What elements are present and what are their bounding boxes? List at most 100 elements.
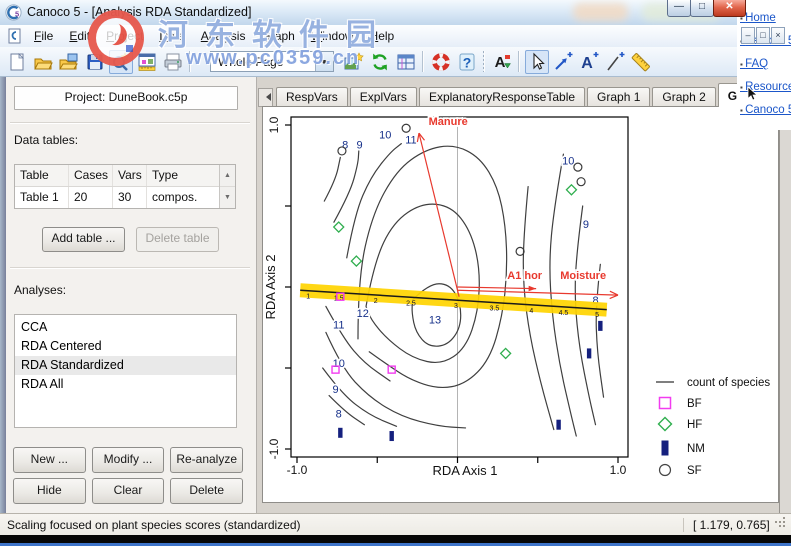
toolbar-icon-save-project[interactable] xyxy=(83,50,107,74)
data-tables-grid[interactable]: TableCasesVarsType Table 12030compos. ▲ … xyxy=(14,164,236,209)
window-title: Canoco 5 - [Analysis RDA Standardized] xyxy=(27,5,251,19)
zoom-level-select[interactable]: Whole Page xyxy=(210,51,334,72)
svg-text:1.0: 1.0 xyxy=(267,116,281,133)
analyses-item-cca[interactable]: CCA xyxy=(15,318,236,337)
add-arrow-icon xyxy=(552,51,574,73)
svg-text:9: 9 xyxy=(357,139,363,151)
tab-scroll-left-button[interactable] xyxy=(258,88,273,107)
analyses-item-rda-all[interactable]: RDA All xyxy=(15,375,236,394)
table-cell: compos. xyxy=(147,187,207,208)
analyses-list[interactable]: CCARDA CenteredRDA StandardizedRDA All xyxy=(14,314,237,428)
tab-explanatoryresponsetable[interactable]: ExplanatoryResponseTable xyxy=(419,87,585,107)
resize-grip[interactable] xyxy=(775,521,777,523)
window-right-border xyxy=(779,77,791,513)
toolbar-icon-add-arrow[interactable] xyxy=(551,50,575,74)
tab-respvars[interactable]: RespVars xyxy=(276,87,348,107)
column-header[interactable]: Table xyxy=(15,165,69,186)
svg-text:-1.0: -1.0 xyxy=(287,463,308,477)
menu-item-window[interactable]: Window xyxy=(303,26,362,46)
svg-text:5: 5 xyxy=(15,10,19,19)
toolbar-icon-help-ring[interactable] xyxy=(429,50,453,74)
tab-explvars[interactable]: ExplVars xyxy=(350,87,417,107)
toolbar-icon-measure[interactable] xyxy=(629,50,653,74)
mdi-child-icon[interactable] xyxy=(7,28,23,44)
toolbar-icon-add-line[interactable] xyxy=(603,50,627,74)
column-header[interactable]: Cases xyxy=(69,165,113,186)
menu-item-graph[interactable]: Graph xyxy=(253,26,302,46)
column-header[interactable]: Type xyxy=(147,165,207,186)
sample-points[interactable] xyxy=(332,124,603,441)
delete-button[interactable]: Delete xyxy=(170,478,243,504)
background-link-faq[interactable]: FAQ xyxy=(740,58,768,70)
scroll-up-button[interactable]: ▲ xyxy=(220,165,235,186)
new-analysis-button[interactable]: New ... xyxy=(13,447,86,473)
svg-text:1.0: 1.0 xyxy=(610,463,627,477)
toolbar-icon-refresh-graph[interactable] xyxy=(368,50,392,74)
chevron-down-icon[interactable] xyxy=(315,52,333,71)
project-button[interactable]: Project: DuneBook.c5p xyxy=(14,86,238,110)
window-titlebar[interactable]: 5 Canoco 5 - [Analysis RDA Standardized] xyxy=(0,0,739,25)
toolbar-icon-import-project[interactable] xyxy=(57,50,81,74)
toolbar-separator xyxy=(483,51,484,72)
new-window-icon xyxy=(395,51,417,73)
project-panel: Project: DuneBook.c5p Data tables: Table… xyxy=(6,77,257,513)
menu-item-help[interactable]: Help xyxy=(362,26,403,46)
svg-text:2.5: 2.5 xyxy=(406,300,416,307)
toolbar-icon-font-color[interactable]: A xyxy=(490,50,514,74)
close-button[interactable]: ✕ xyxy=(713,0,746,17)
background-link-canoco-5[interactable]: Canoco 5 xyxy=(740,104,791,116)
svg-text:HF: HF xyxy=(687,419,702,431)
scroll-down-button[interactable]: ▼ xyxy=(220,186,235,208)
toolbar-separator xyxy=(189,51,190,72)
svg-text:9: 9 xyxy=(332,384,338,396)
delete-table-button[interactable]: Delete table xyxy=(136,227,219,252)
tab-graph-2[interactable]: Graph 2 xyxy=(652,87,715,107)
column-header[interactable]: Vars xyxy=(113,165,147,186)
save-project-icon xyxy=(84,51,106,73)
toolbar-icon-zoom-tool[interactable] xyxy=(109,50,133,74)
svg-text:RDA Axis 2: RDA Axis 2 xyxy=(263,254,278,319)
tab-graph-1[interactable]: Graph 1 xyxy=(587,87,650,107)
menu-item-file[interactable]: File xyxy=(26,26,61,46)
analyses-item-rda-centered[interactable]: RDA Centered xyxy=(15,337,236,356)
svg-text:RDA Axis 1: RDA Axis 1 xyxy=(432,463,497,478)
toolbar-icon-new-window[interactable] xyxy=(394,50,418,74)
plot-legend[interactable]: count of speciesBFHFNMSF xyxy=(656,377,770,477)
reanalyze-button[interactable]: Re-analyze xyxy=(170,447,243,473)
toolbar-icon-open-project[interactable] xyxy=(31,50,55,74)
svg-text:1.5: 1.5 xyxy=(334,296,344,303)
rda-biplot-canvas[interactable]: 8910111098121113109811.522.533.544.55Man… xyxy=(263,107,778,502)
background-glare xyxy=(573,3,628,21)
toolbar-icon-page-options[interactable] xyxy=(135,50,159,74)
menu-item-data[interactable]: Data xyxy=(151,26,192,46)
analyses-item-rda-standardized[interactable]: RDA Standardized xyxy=(15,356,236,375)
hide-button[interactable]: Hide xyxy=(13,478,86,504)
svg-text:-1.0: -1.0 xyxy=(267,438,281,459)
maximize-button[interactable]: □ xyxy=(690,0,714,17)
add-line-icon xyxy=(604,51,626,73)
analyses-label: Analyses: xyxy=(14,283,66,297)
svg-text:NM: NM xyxy=(687,443,705,455)
mdi-restore-button[interactable]: □ xyxy=(756,27,770,44)
menu-item-edit[interactable]: Edit xyxy=(61,26,98,46)
mdi-close-button[interactable]: × xyxy=(771,27,785,44)
clear-button[interactable]: Clear xyxy=(92,478,165,504)
modify-analysis-button[interactable]: Modify ... xyxy=(92,447,165,473)
toolbar-icon-new-project[interactable] xyxy=(5,50,29,74)
toolbar-icon-help[interactable]: ? xyxy=(455,50,479,74)
add-text-icon: A xyxy=(578,51,600,73)
gradient-band[interactable]: 11.522.533.544.55 xyxy=(300,283,607,319)
menu-item-analysis[interactable]: Analysis xyxy=(193,26,254,46)
import-project-icon xyxy=(58,51,80,73)
add-table-button[interactable]: Add table ... xyxy=(42,227,125,252)
table-row[interactable]: Table 12030compos. xyxy=(15,187,235,208)
menu-item-project[interactable]: Project xyxy=(98,26,151,46)
toolbar-icon-select-tool[interactable] xyxy=(525,50,549,74)
toolbar-icon-add-text[interactable]: A xyxy=(577,50,601,74)
svg-text:4: 4 xyxy=(529,308,533,315)
toolbar-icon-print[interactable] xyxy=(161,50,185,74)
mdi-minimize-button[interactable]: – xyxy=(741,27,755,44)
background-webpage: HomeCanoco 5FAQResourceCanoco 5 xyxy=(737,0,791,130)
toolbar-icon-chart-wizard[interactable] xyxy=(342,50,366,74)
minimize-button[interactable]: — xyxy=(667,0,691,17)
